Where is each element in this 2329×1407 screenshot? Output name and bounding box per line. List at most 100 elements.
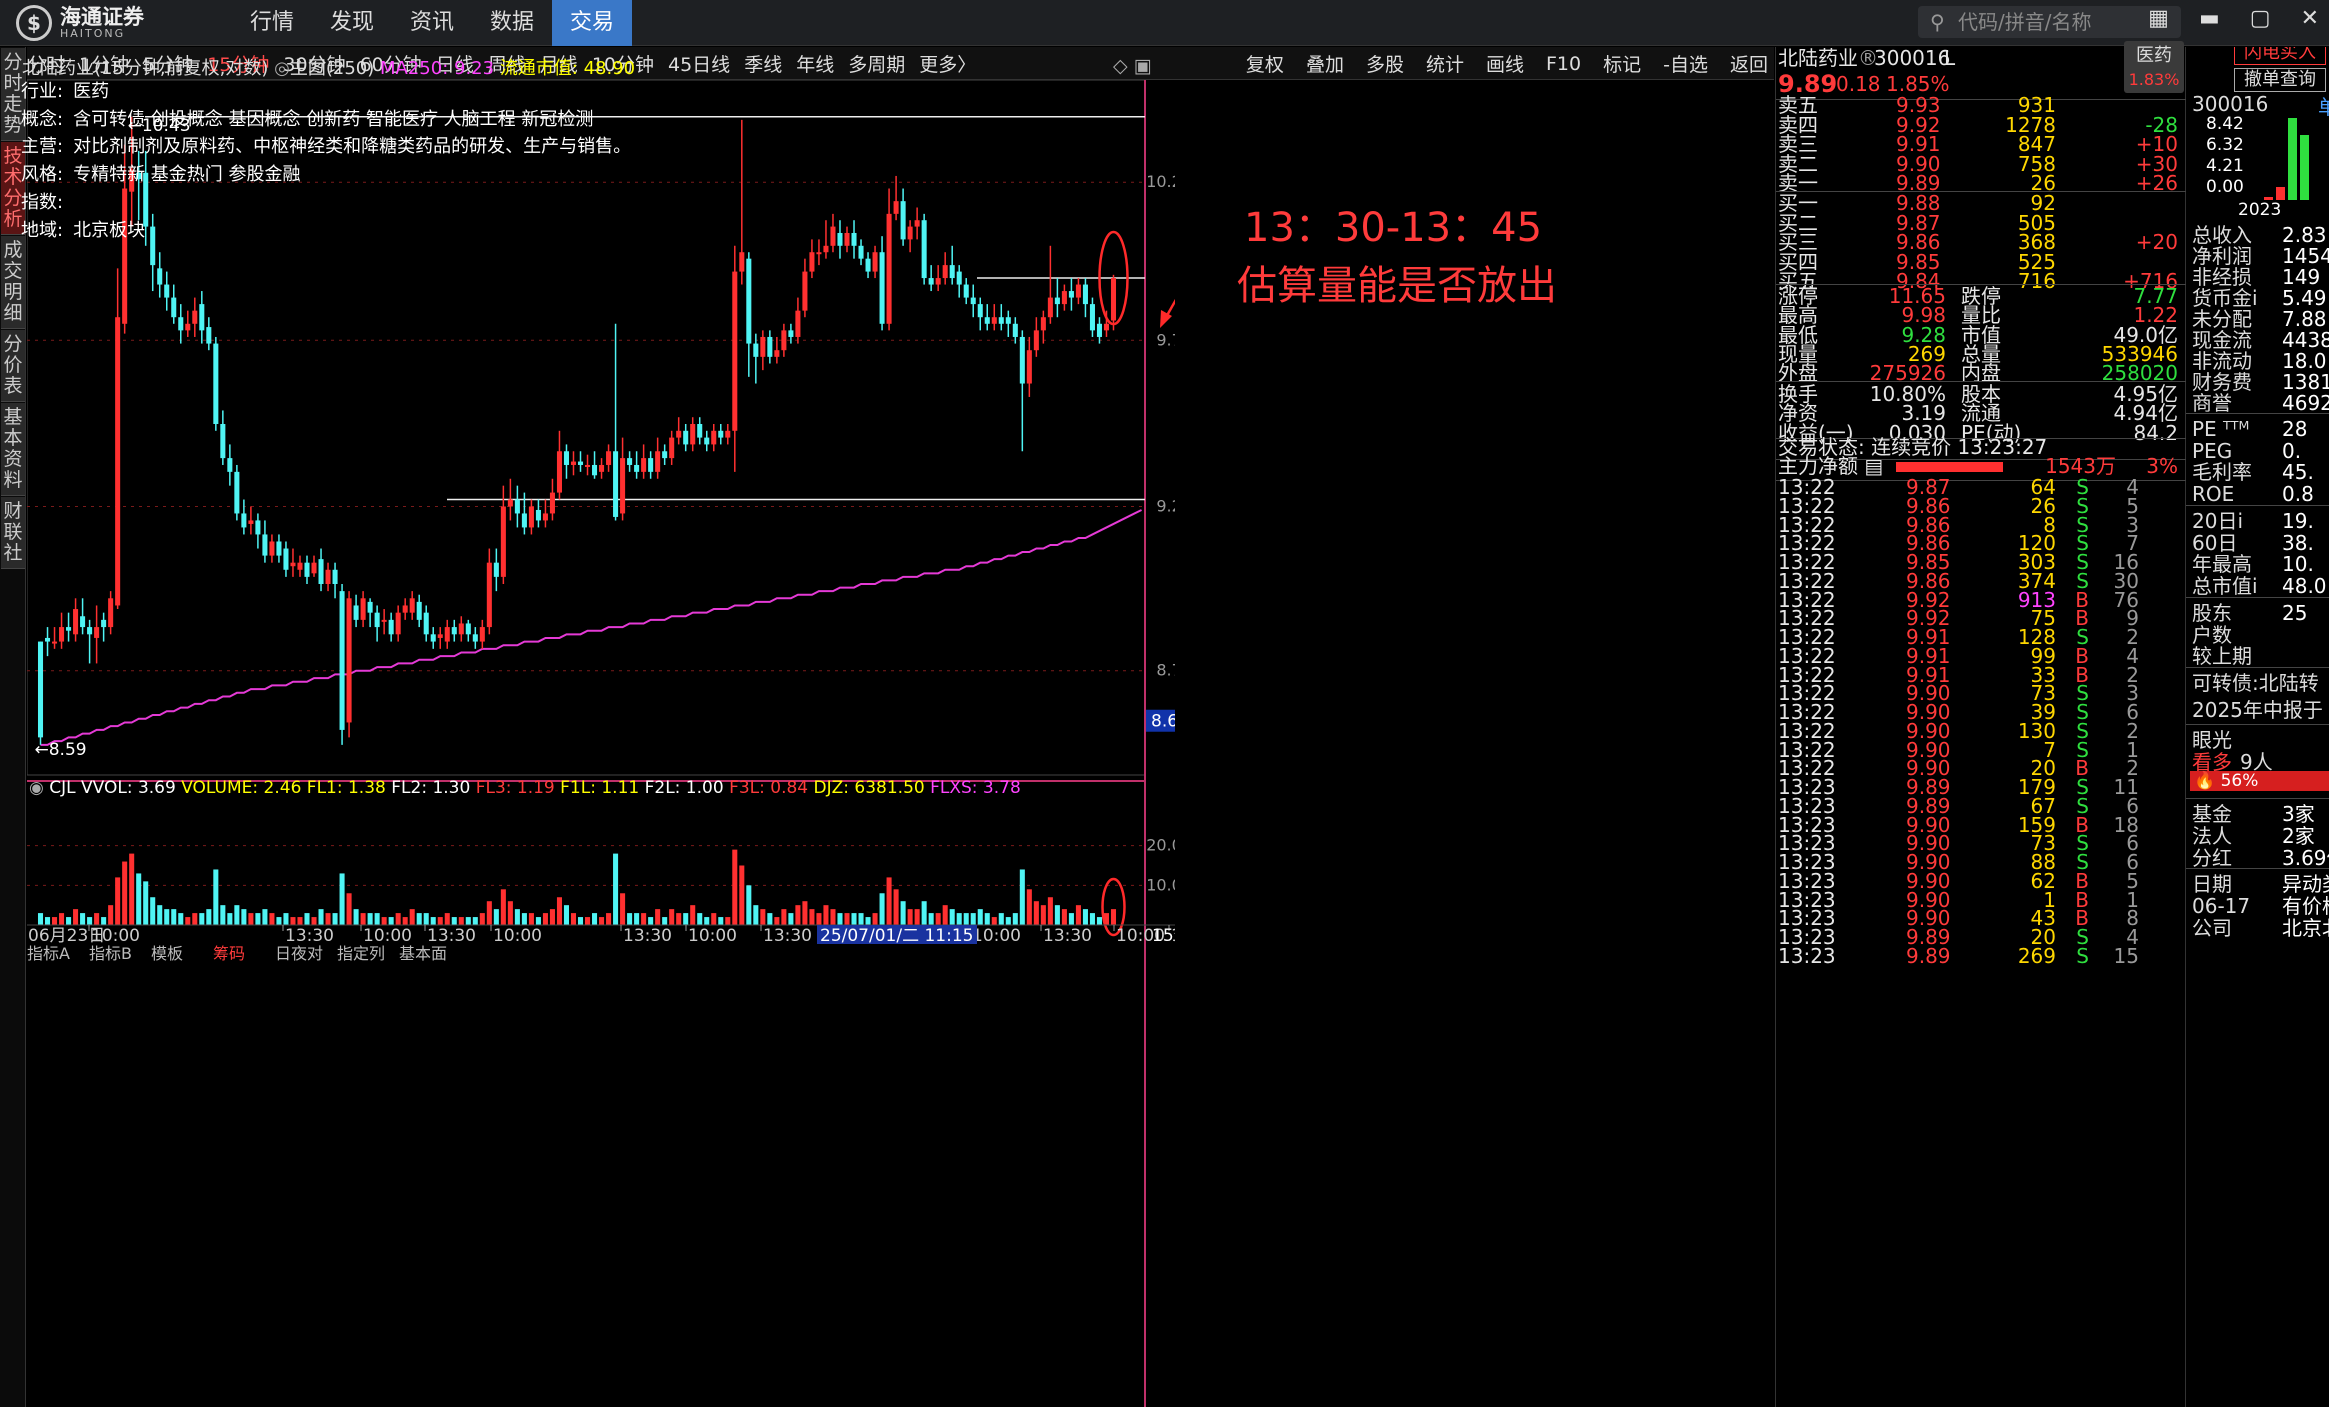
candle	[346, 591, 352, 738]
candle	[739, 119, 745, 285]
grid-icon[interactable]: ▦	[2148, 6, 2169, 31]
side-tab-5[interactable]: 财联社	[1, 497, 25, 569]
report-text[interactable]: 2025年中报于	[2192, 697, 2323, 723]
kline-chart-area[interactable]: 10.229.739.248.78←10.43←8.598.6520.0010.…	[21, 55, 1798, 1407]
candle	[872, 245, 878, 279]
bond-text[interactable]: 可转债:北陆转	[2192, 670, 2319, 696]
minimize-icon[interactable]: ▬	[2199, 6, 2220, 31]
quote-panel: 北陆药业 ® 300016 L 医药 1.83% 9.89 0.18 1.85% 卖五 9.93 93…	[1776, 41, 2186, 1407]
nav-0[interactable]: 行情	[232, 0, 312, 46]
candle	[185, 310, 191, 337]
fin-bar-tick: 4.21	[2206, 156, 2244, 176]
nav-2[interactable]: 资讯	[392, 0, 472, 46]
candle	[704, 430, 710, 452]
volume-bar	[984, 913, 990, 925]
fin-valuation-row: ROE 0.8	[2192, 481, 2314, 507]
fin-bar	[2300, 135, 2309, 200]
nav-4[interactable]: 交易	[552, 0, 632, 46]
side-tab-4[interactable]: 基本资料	[1, 403, 25, 496]
maximize-icon[interactable]: ▢	[2250, 6, 2271, 31]
nav-1[interactable]: 发现	[312, 0, 392, 46]
main-nav: 行情 发现 资讯 数据 交易	[232, 0, 632, 46]
period-11[interactable]: 季线	[744, 50, 782, 77]
chart-header: 北陆药业(15分钟,前复权,对数) ◎主图(250) MA250: 9.23 流…	[22, 54, 635, 80]
ma250-line	[40, 509, 1142, 746]
volume-bar	[458, 917, 464, 925]
search-input[interactable]: ⚲ 代码/拼音/名称	[1918, 6, 2181, 38]
volume-bar	[157, 905, 163, 925]
volume-bar	[837, 913, 843, 925]
candle	[458, 616, 464, 642]
candle	[956, 265, 962, 298]
broker-logo: $ 海通证券 HAITONG	[16, 5, 144, 41]
info-value: 对比剂制剂及原料药、中枢神经类和降糖类药品的研发、生产与销售。	[73, 136, 632, 158]
bottom-tab[interactable]: 模板	[151, 944, 183, 963]
search-placeholder: 代码/拼音/名称	[1958, 10, 2092, 34]
side-tab-3[interactable]: 分价表	[1, 330, 25, 402]
bottom-tab[interactable]: 指标A	[27, 944, 70, 963]
candle	[44, 627, 51, 657]
candle	[676, 417, 682, 445]
side-tab-2[interactable]: 成交明细	[1, 236, 25, 329]
volume-bar	[1040, 905, 1046, 925]
tool-3[interactable]: 统计	[1426, 50, 1464, 77]
volume-bar	[641, 913, 647, 925]
candle	[991, 304, 997, 331]
bottom-tab[interactable]: 指定列	[337, 944, 385, 963]
bottom-tab[interactable]: 指标B	[89, 944, 132, 963]
kline-chart-svg[interactable]: 10.229.739.248.78←10.43←8.598.6520.0010.…	[27, 80, 1175, 1407]
fin-value: 25	[2282, 601, 2308, 625]
period-13[interactable]: 多周期	[848, 50, 905, 77]
tool-6[interactable]: 标记	[1603, 50, 1641, 77]
candle	[851, 220, 857, 259]
period-12[interactable]: 年线	[796, 50, 834, 77]
period-10[interactable]: 45日线	[668, 50, 730, 77]
volume-bar	[234, 905, 240, 925]
volume-bar	[304, 913, 310, 925]
candle	[907, 220, 913, 253]
volume-bar	[830, 909, 836, 925]
tool-2[interactable]: 多股	[1366, 50, 1404, 77]
tool-0[interactable]: 复权	[1246, 50, 1284, 77]
tool-7[interactable]: -自选	[1663, 50, 1708, 77]
fin-key: 商誉	[2192, 391, 2232, 415]
fin-value: 北京北陆	[2282, 915, 2329, 940]
close-icon[interactable]: ✕	[2301, 6, 2319, 31]
tool-5[interactable]: F10	[1546, 53, 1581, 75]
volume-bar	[465, 917, 471, 925]
chart-corner-icons[interactable]: ◇ ▣	[1113, 55, 1152, 77]
volume-bar	[549, 909, 555, 925]
fin-event-row: 公司 北京北陆	[2192, 915, 2329, 941]
tool-8[interactable]: 返回	[1730, 50, 1768, 77]
price-tick-label: 9.73	[1156, 330, 1175, 349]
volume-bar	[143, 881, 149, 925]
order-query-button[interactable]: 撤单查询	[2234, 68, 2326, 92]
tool-4[interactable]: 画线	[1486, 50, 1524, 77]
bottom-tab[interactable]: 筹码	[213, 944, 245, 963]
period-14[interactable]: 更多〉	[919, 50, 976, 77]
side-tab-label: 基本资料	[3, 406, 23, 491]
volume-bar	[634, 913, 640, 925]
volume-bar	[781, 909, 787, 925]
bottom-tab[interactable]: 日夜对	[275, 944, 323, 963]
bottom-tab[interactable]: 基本面	[399, 944, 447, 963]
vol-indicator: FLXS: 3.78	[930, 778, 1021, 798]
volume-bar	[669, 909, 675, 925]
candle	[718, 423, 724, 445]
price-tick-label: 10.22	[1146, 172, 1175, 191]
candle	[1005, 310, 1011, 337]
target-icon[interactable]: ◎	[274, 58, 290, 79]
candle	[928, 265, 934, 292]
volume-bar	[73, 909, 79, 925]
volume-bar	[760, 909, 766, 925]
candle	[816, 239, 822, 266]
candle	[1019, 330, 1025, 452]
candle	[37, 641, 44, 745]
info-key: 概念:	[21, 108, 64, 130]
side-tab-label: 分时走势	[3, 51, 23, 136]
volume-bar	[753, 905, 759, 925]
tool-1[interactable]: 叠加	[1306, 50, 1344, 77]
vol-eye-icon[interactable]: ◉	[29, 778, 49, 798]
nav-3[interactable]: 数据	[472, 0, 552, 46]
flash-buy-button[interactable]: 闪电买入	[2234, 47, 2326, 65]
